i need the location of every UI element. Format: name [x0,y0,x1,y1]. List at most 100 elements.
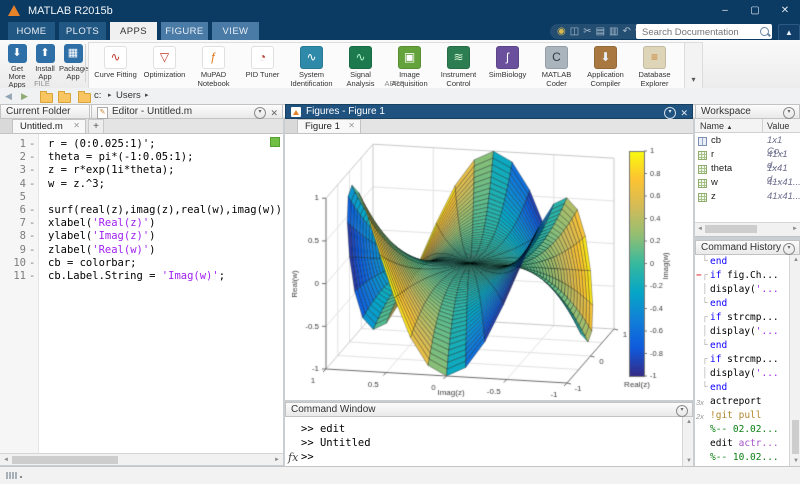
command-line[interactable]: >> Untitled [301,437,371,449]
close-button[interactable]: ✕ [770,0,800,22]
editor-horizontal-scrollbar[interactable]: ◄ ► [0,453,283,465]
tab-untitled-m[interactable]: Untitled.m ✕ [12,119,86,133]
figure-plot-canvas[interactable] [285,134,693,400]
maximize-button[interactable]: ▢ [740,0,770,22]
history-line[interactable]: └end [695,340,800,354]
workspace-row-cb[interactable]: cb1x1 Co... [695,135,800,149]
workspace-row-r[interactable]: r41x1 d... [695,149,800,163]
editor-line[interactable]: 1-r = (0:0.025:1)'; [0,138,283,151]
column-name[interactable]: Name ▲ [700,121,732,131]
ribbon-tab-home[interactable]: HOME [8,22,55,40]
paste-icon[interactable]: ▥ [609,24,618,39]
editor-code-area[interactable]: 1-r = (0:0.025:1)';2-theta = pi*(-1:0.05… [0,134,283,453]
history-line[interactable]: %-- 02.02... [695,424,800,438]
workspace-row-w[interactable]: w41x41... [695,177,800,191]
documentation-search[interactable] [636,24,772,39]
app-pid-tuner[interactable]: ◔PID Tuner [238,46,287,80]
history-line[interactable]: 2x!git pull [695,410,800,424]
history-line[interactable]: └end [695,382,800,396]
history-line[interactable]: ┌if strcmp... [695,354,800,368]
workspace-panel-header[interactable]: Workspace ▾ [695,104,800,119]
scroll-down-icon[interactable]: ▼ [793,458,799,464]
command-line[interactable]: >> [301,451,314,463]
editor-panel-header[interactable]: ✎ Editor - Untitled.m ▾ ✕ [91,104,283,119]
search-input[interactable] [640,24,756,41]
app-simbiology[interactable]: ʃSimBiology [483,46,532,80]
undo-icon[interactable]: ↶ [622,24,630,39]
command-window-menu-icon[interactable]: ▾ [676,405,688,417]
editor-line[interactable]: 9-zlabel('Real(w)') [0,244,283,257]
history-line[interactable]: │display('... [695,326,800,340]
workspace-row-theta[interactable]: theta1x41 d... [695,163,800,177]
back-arrow-icon[interactable]: ◀ [5,90,12,102]
minimize-button[interactable]: – [710,0,740,22]
workspace-variable-list[interactable]: cb1x1 Co...r41x1 d...theta1x41 d...w41x4… [695,133,800,222]
editor-close-icon[interactable]: ✕ [270,106,278,120]
breadcrumb-drive[interactable]: c: [94,90,101,101]
command-window-header[interactable]: Command Window ▾ [285,402,693,417]
install-app-button[interactable]: ⬆InstallApp [31,43,59,81]
editor-line[interactable]: 2-theta = pi*(-1:0.05:1); [0,151,283,164]
ribbon-tab-plots[interactable]: PLOTS [59,22,106,40]
scroll-up-icon[interactable]: ▲ [686,419,692,425]
command-history-menu-icon[interactable]: ▾ [783,243,795,255]
scrollbar-thumb[interactable] [792,420,799,454]
history-line[interactable]: 3xactreport [695,396,800,410]
history-line[interactable]: │display('... [695,284,800,298]
editor-line[interactable]: 6-surf(real(z),imag(z),real(w),imag(w)) [0,204,283,217]
collapse-marker-icon[interactable]: − [696,270,702,281]
editor-line[interactable]: 4-w = z.^3; [0,178,283,191]
workspace-horizontal-scrollbar[interactable]: ◄ ► [695,222,800,234]
scroll-right-icon[interactable]: ► [274,457,280,463]
command-window-scrollbar[interactable]: ▲ ▼ [682,417,693,466]
ribbon-tab-apps[interactable]: APPS [110,22,157,40]
history-line[interactable]: %-- 10.02... [695,452,800,466]
busy-indicator-icon[interactable] [6,472,17,479]
figures-panel-header[interactable]: Figures - Figure 1 ▾ ✕ [285,104,693,119]
scroll-left-icon[interactable]: ◄ [697,226,703,232]
editor-line[interactable]: 7-xlabel('Real(z)') [0,217,283,230]
history-line[interactable]: edit actr... [695,438,800,452]
tab-figure-1[interactable]: Figure 1 ✕ [297,119,361,133]
workspace-menu-icon[interactable]: ▾ [783,107,795,119]
ribbon-tab-figure[interactable]: FIGURE [161,22,208,40]
workspace-row-z[interactable]: z41x41... [695,191,800,205]
command-line[interactable]: >> edit [301,423,345,435]
app-curve-fitting[interactable]: ∿Curve Fitting [91,46,140,80]
command-window[interactable]: >> edit >> Untitled >> fx ▲ ▼ [285,417,693,466]
scroll-left-icon[interactable]: ◄ [3,457,9,463]
editor-line[interactable]: 10-cb = colorbar; [0,257,283,270]
workspace-column-headers[interactable]: Name ▲ Value [695,119,800,133]
ribbon-tab-view[interactable]: VIEW [212,22,259,40]
scroll-up-icon[interactable]: ▲ [793,257,799,263]
editor-line[interactable]: 11-cb.Label.String = 'Imag(w)'; [0,270,283,283]
editor-line[interactable]: 5 [0,191,283,204]
tab-close-icon[interactable]: ✕ [348,121,355,130]
scroll-right-icon[interactable]: ► [792,226,798,232]
scroll-down-icon[interactable]: ▼ [686,458,692,464]
save-icon[interactable]: ◫ [570,24,579,39]
copy-icon[interactable]: ▤ [596,24,605,39]
figures-close-icon[interactable]: ✕ [680,106,688,120]
column-value[interactable]: Value [767,121,789,131]
editor-line[interactable]: 8-ylabel('Imag(z)') [0,230,283,243]
column-divider[interactable] [762,119,763,133]
command-history-scrollbar[interactable]: ▲ ▼ [789,255,800,466]
editor-line[interactable]: 3-z = r*exp(1i*theta); [0,164,283,177]
fx-icon[interactable]: fx [288,451,298,464]
search-folder-icon[interactable] [58,93,71,103]
package-app-button[interactable]: ▦PackageApp [59,43,87,81]
tab-close-icon[interactable]: ✕ [73,121,80,130]
breadcrumb-users[interactable]: Users [116,90,141,101]
editor-menu-icon[interactable]: ▾ [254,107,266,119]
figures-menu-icon[interactable]: ▾ [664,107,676,119]
scrollbar-thumb[interactable] [12,456,118,464]
profile-icon[interactable]: ◉ [557,24,566,39]
forward-arrow-icon[interactable]: ▶ [21,90,28,102]
title-bar[interactable]: MATLAB R2015b – ▢ ✕ [0,0,800,22]
cut-icon[interactable]: ✂ [583,24,591,39]
app-optimization[interactable]: ▽Optimization [140,46,189,80]
history-line[interactable]: └end [695,256,800,270]
history-line[interactable]: └end [695,298,800,312]
history-line[interactable]: −┌if fig.Ch... [695,270,800,284]
